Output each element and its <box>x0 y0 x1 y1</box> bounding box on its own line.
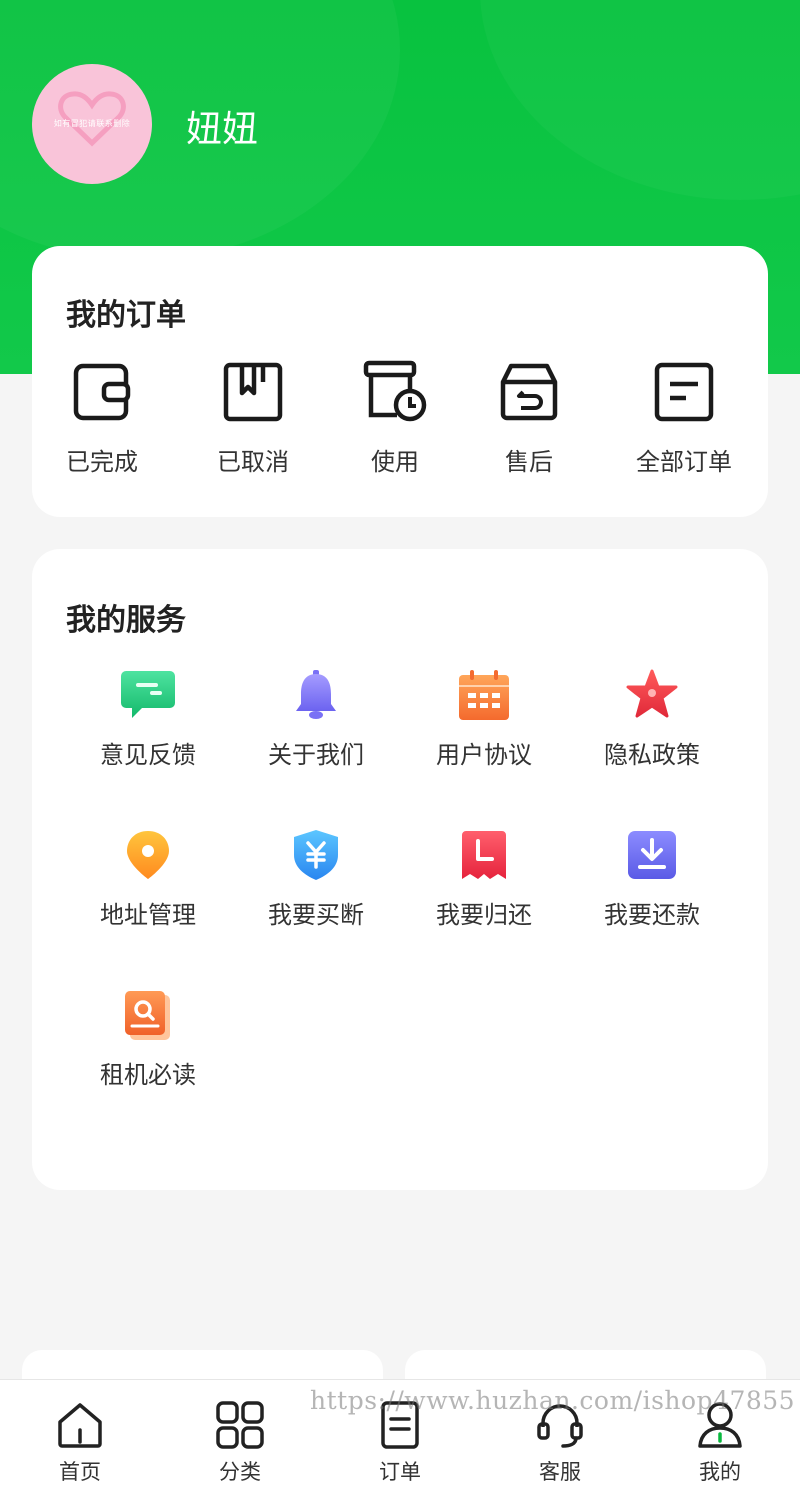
order-after-sales-button[interactable]: 售后 <box>459 360 599 477</box>
avatar[interactable]: 如有冒犯请联系删除 <box>32 64 152 184</box>
calendar-icon <box>459 670 509 720</box>
my-services-title: 我的服务 <box>66 603 186 638</box>
box-clock-icon <box>363 360 427 422</box>
grid-icon <box>216 1401 264 1449</box>
download-icon <box>628 831 676 879</box>
wallet-icon <box>73 363 131 421</box>
username[interactable]: 妞妞 <box>186 100 258 152</box>
service-rental-guide-label: 租机必读 <box>100 1061 196 1089</box>
order-cancelled-label: 已取消 <box>217 448 289 476</box>
service-address-management-label: 地址管理 <box>100 901 196 929</box>
order-completed-button[interactable]: 已完成 <box>32 360 172 477</box>
service-repayment[interactable]: 我要还款 <box>577 829 727 930</box>
service-return-label: 我要归还 <box>436 901 532 929</box>
tab-category-label: 分类 <box>219 1460 261 1484</box>
box-icon <box>223 362 283 422</box>
service-feedback-label: 意见反馈 <box>100 741 196 769</box>
return-ticket-icon <box>462 831 506 879</box>
list-icon <box>654 362 714 422</box>
service-privacy-policy[interactable]: 隐私政策 <box>577 669 727 770</box>
service-address-management[interactable]: 地址管理 <box>73 829 223 930</box>
order-after-sales-label: 售后 <box>505 448 553 476</box>
service-privacy-policy-label: 隐私政策 <box>604 741 700 769</box>
service-feedback[interactable]: 意见反馈 <box>73 669 223 770</box>
order-completed-label: 已完成 <box>66 448 138 476</box>
order-in-use-label: 使用 <box>371 448 419 476</box>
bell-icon <box>296 670 336 719</box>
order-all-button[interactable]: 全部订单 <box>614 360 754 477</box>
yuan-shield-icon <box>294 830 338 880</box>
star-icon <box>626 669 678 718</box>
tab-home[interactable]: 首页 <box>20 1400 140 1486</box>
tab-mine-label: 我的 <box>699 1460 741 1484</box>
service-return[interactable]: 我要归还 <box>409 829 559 930</box>
tab-home-label: 首页 <box>59 1460 101 1484</box>
order-all-label: 全部订单 <box>636 448 732 476</box>
my-services-card: 我的服务 意见反馈 关于我们 用户协议 隐私政策 地址管理 我要买断 我要归还 … <box>32 549 768 1190</box>
my-orders-card: 我的订单 已完成 已取消 使用 售后 全部订单 <box>32 246 768 517</box>
home-icon <box>58 1403 102 1448</box>
return-box-icon <box>500 363 558 421</box>
tab-orders-label: 订单 <box>379 1460 421 1484</box>
tab-category[interactable]: 分类 <box>180 1400 300 1486</box>
my-orders-title: 我的订单 <box>66 298 186 333</box>
watermark: https://www.huzhan.com/ishop47855 <box>310 1386 796 1415</box>
order-cancelled-button[interactable]: 已取消 <box>183 360 323 477</box>
service-user-agreement[interactable]: 用户协议 <box>409 669 559 770</box>
service-user-agreement-label: 用户协议 <box>436 741 532 769</box>
tab-customer-service-label: 客服 <box>539 1460 581 1484</box>
search-book-icon <box>125 991 170 1040</box>
service-buyout[interactable]: 我要买断 <box>241 829 391 930</box>
service-repayment-label: 我要还款 <box>604 901 700 929</box>
location-pin-icon <box>127 831 169 879</box>
service-about-us[interactable]: 关于我们 <box>241 669 391 770</box>
feedback-icon <box>121 671 175 718</box>
order-in-use-button[interactable]: 使用 <box>325 360 465 477</box>
service-rental-guide[interactable]: 租机必读 <box>73 989 223 1090</box>
service-buyout-label: 我要买断 <box>268 901 364 929</box>
service-about-us-label: 关于我们 <box>268 741 364 769</box>
avatar-caption: 如有冒犯请联系删除 <box>53 119 131 128</box>
